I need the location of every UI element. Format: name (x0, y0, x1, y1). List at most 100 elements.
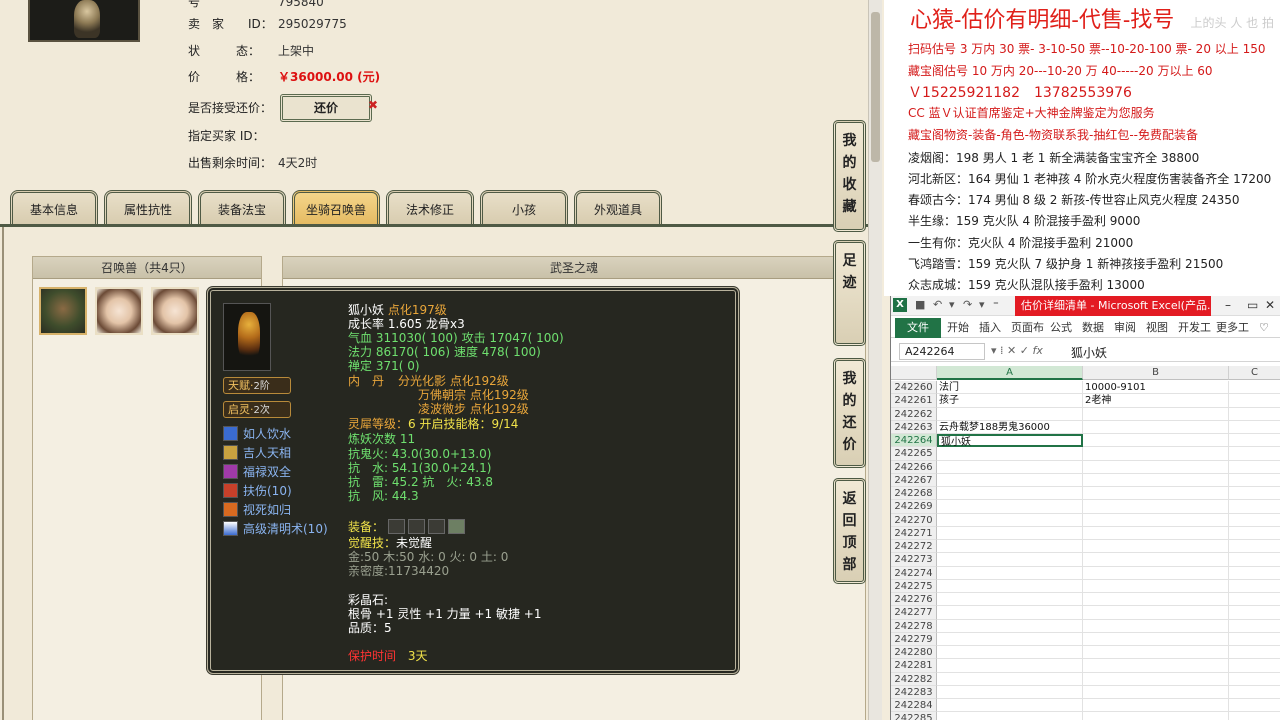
row-number[interactable]: 242282 (891, 672, 937, 686)
minimize-icon[interactable]: – (1225, 298, 1231, 312)
cell-c[interactable] (1229, 673, 1280, 686)
cell-b[interactable] (1083, 434, 1229, 448)
row-number[interactable]: 242266 (891, 460, 937, 474)
cell-b[interactable] (1083, 579, 1229, 593)
name-box[interactable]: A242264 (899, 343, 985, 360)
formula-buttons[interactable]: ▾ ⁞ ✕ ✓ fx (991, 344, 1043, 357)
row-number[interactable]: 242277 (891, 606, 937, 620)
pet-thumb-2[interactable] (95, 287, 143, 335)
cell-b[interactable] (1083, 606, 1229, 620)
close-icon[interactable]: ✖ (368, 98, 378, 112)
row-number[interactable]: 242262 (891, 407, 937, 421)
undo-icon[interactable]: ↶ (933, 298, 942, 311)
cell-a[interactable] (937, 593, 1083, 607)
cell-a[interactable]: 云舟载梦188男鬼36000 (937, 420, 1083, 434)
cell-b[interactable] (1083, 672, 1229, 686)
cell-a[interactable] (937, 540, 1083, 554)
cell-a[interactable] (937, 526, 1083, 540)
cell-a[interactable] (937, 500, 1083, 514)
cell-b[interactable]: 10000-9101 (1083, 381, 1229, 395)
equip-slot-4[interactable] (447, 519, 465, 534)
skill-2[interactable]: 吉人天相 (223, 444, 291, 462)
row-number[interactable]: 242271 (891, 526, 937, 540)
cell-b[interactable] (1083, 593, 1229, 607)
tab-equipment[interactable]: 装备法宝 (198, 190, 286, 226)
spreadsheet-grid[interactable]: A B C 242260 法门 10000-9101 242261 孩子 2老神 24226… (891, 366, 1280, 720)
cell-b[interactable] (1083, 487, 1229, 501)
cell-a[interactable] (937, 513, 1083, 527)
cell-c[interactable] (1229, 553, 1280, 567)
tab-basic-info[interactable]: 基本信息 (10, 190, 98, 226)
cell-a[interactable] (937, 699, 1083, 713)
help-icon[interactable]: ♡ (1259, 318, 1269, 338)
row-number[interactable]: 242268 (891, 487, 937, 501)
cell-c[interactable] (1229, 646, 1280, 660)
tab-mounts-pets[interactable]: 坐骑召唤兽 (292, 190, 380, 226)
row-number[interactable]: 242279 (891, 632, 937, 646)
cell-b[interactable]: 2老神 (1083, 394, 1229, 408)
row-number[interactable]: 242270 (891, 513, 937, 527)
tab-review[interactable]: 审阅 (1114, 318, 1136, 338)
row-number[interactable]: 242264 (891, 434, 937, 448)
tab-home[interactable]: 开始 (947, 318, 969, 338)
row-number[interactable]: 242283 (891, 685, 937, 699)
cell-a[interactable] (937, 606, 1083, 620)
select-all-corner[interactable] (891, 366, 937, 380)
row-number[interactable]: 242261 (891, 394, 937, 408)
pet-thumb-3[interactable] (151, 287, 199, 335)
cell-b[interactable] (1083, 526, 1229, 540)
cell-c[interactable] (1229, 527, 1280, 540)
my-favorites-button[interactable]: 我的收藏 (833, 120, 866, 232)
cell-b[interactable] (1083, 447, 1229, 461)
cell-a[interactable]: 法门 (937, 381, 1083, 395)
row-number[interactable]: 242269 (891, 500, 937, 514)
undo-dropdown-icon[interactable]: ▾ (949, 298, 955, 311)
cell-c[interactable] (1229, 580, 1280, 593)
equip-slot-1[interactable] (387, 519, 405, 534)
row-number[interactable]: 242284 (891, 699, 937, 713)
row-number[interactable]: 242276 (891, 593, 937, 607)
cell-a[interactable] (937, 487, 1083, 501)
cell-c[interactable] (1229, 461, 1280, 474)
cell-c[interactable] (1229, 487, 1280, 501)
my-bargains-button[interactable]: 我的还价 (833, 358, 866, 468)
cell-a[interactable] (937, 447, 1083, 461)
cell-b[interactable] (1083, 460, 1229, 474)
tab-insert[interactable]: 插入 (979, 318, 1001, 338)
row-number[interactable]: 242265 (891, 447, 937, 461)
cell-b[interactable] (1083, 646, 1229, 660)
tab-more-tools[interactable]: 更多工 (1216, 318, 1249, 338)
cell-a[interactable] (937, 553, 1083, 567)
cell-c[interactable] (1229, 540, 1280, 554)
cell-c[interactable] (1229, 514, 1280, 527)
footprint-button[interactable]: 足迹 (833, 240, 866, 346)
cell-c[interactable] (1229, 712, 1280, 720)
cell-a[interactable] (937, 712, 1083, 720)
column-header-b[interactable]: B (1083, 366, 1229, 380)
cell-c[interactable] (1229, 421, 1280, 434)
cell-c[interactable] (1229, 500, 1280, 514)
tab-child[interactable]: 小孩 (480, 190, 568, 226)
cell-b[interactable] (1083, 712, 1229, 720)
row-number[interactable]: 242263 (891, 420, 937, 434)
cell-c[interactable] (1229, 686, 1280, 699)
cell-c[interactable] (1229, 408, 1280, 421)
cell-b[interactable] (1083, 699, 1229, 713)
bargain-button[interactable]: 还价 (280, 94, 372, 122)
cell-c[interactable] (1229, 593, 1280, 607)
row-number[interactable]: 242274 (891, 566, 937, 580)
cell-b[interactable] (1083, 685, 1229, 699)
redo-icon[interactable]: ↷ (963, 298, 972, 311)
cell-c[interactable] (1229, 447, 1280, 461)
tab-attributes[interactable]: 属性抗性 (104, 190, 192, 226)
row-number[interactable]: 242272 (891, 540, 937, 554)
row-number[interactable]: 242278 (891, 619, 937, 633)
cell-c[interactable] (1229, 434, 1280, 448)
row-number[interactable]: 242280 (891, 646, 937, 660)
back-to-top-button[interactable]: 返回顶部 (833, 478, 866, 584)
pet-thumb-1[interactable] (39, 287, 87, 335)
cell-a[interactable] (937, 646, 1083, 660)
cell-c[interactable] (1229, 567, 1280, 580)
save-icon[interactable]: ■ (915, 298, 925, 311)
cell-b[interactable] (1083, 659, 1229, 673)
